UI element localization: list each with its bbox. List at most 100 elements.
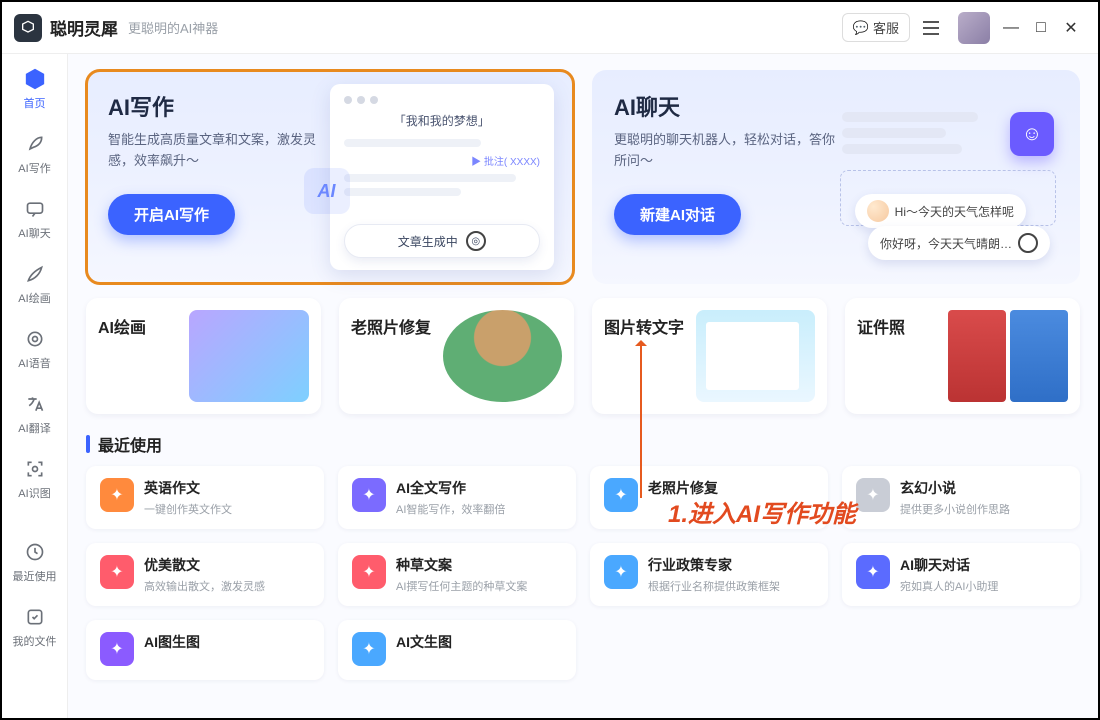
- sidebar-label: AI绘画: [10, 290, 60, 306]
- app-glyph-icon: [1018, 233, 1038, 253]
- tile-photo-restore[interactable]: 老照片修复: [339, 298, 574, 414]
- recent-card[interactable]: ✦ AI聊天对话 宛如真人的AI小助理: [842, 543, 1080, 606]
- recent-heading: 最近使用: [86, 432, 1080, 456]
- card-title: 玄幻小说: [900, 478, 1010, 498]
- sidebar-label: 首页: [10, 95, 60, 111]
- sidebar-item-home[interactable]: 首页: [10, 62, 60, 115]
- annotation-arrow: [640, 342, 642, 498]
- recent-card[interactable]: ✦ AI文生图: [338, 620, 576, 680]
- user-avatar[interactable]: [958, 12, 990, 44]
- photo-thumb: [443, 310, 562, 402]
- new-ai-chat-button[interactable]: 新建AI对话: [614, 194, 741, 235]
- card-icon: ✦: [856, 478, 890, 512]
- app-glyph-icon: ◎: [466, 231, 486, 251]
- card-title: 行业政策专家: [648, 555, 780, 575]
- card-subtitle: 提供更多小说创作思路: [900, 501, 1010, 517]
- recent-card[interactable]: ✦ 种草文案 AI撰写任何主题的种草文案: [338, 543, 576, 606]
- tile-ocr[interactable]: 图片转文字 武昌街的小调 有时候到重庆随意走过总会不自觉地想起武昌街街去走一阵，…: [592, 298, 827, 414]
- card-icon: ✦: [100, 632, 134, 666]
- ai-badge-icon: AI: [304, 168, 350, 214]
- start-ai-write-button[interactable]: 开启AI写作: [108, 194, 235, 235]
- hero-ai-write[interactable]: AI写作 智能生成高质量文章和文案，激发灵感，效率飙升～ 开启AI写作 「我和我…: [86, 70, 574, 284]
- sidebar-label: AI语音: [10, 355, 60, 371]
- tile-title: AI绘画: [98, 314, 146, 338]
- main-content: AI写作 智能生成高质量文章和文案，激发灵感，效率飙升～ 开启AI写作 「我和我…: [68, 54, 1098, 718]
- customer-service-label: 客服: [873, 18, 899, 37]
- recent-card[interactable]: ✦ 英语作文 一键创作英文作文: [86, 466, 324, 529]
- card-title: AI聊天对话: [900, 555, 998, 575]
- card-icon: ✦: [352, 632, 386, 666]
- card-subtitle: 一键创作英文作文: [144, 501, 232, 517]
- menu-button[interactable]: [916, 13, 946, 43]
- chat-icon: [22, 196, 48, 222]
- card-title: 英语作文: [144, 478, 232, 498]
- home-icon: [22, 66, 48, 92]
- generating-status: 文章生成中 ◎: [344, 224, 540, 258]
- art-thumb: [189, 310, 309, 402]
- sidebar-item-scan[interactable]: AI识图: [10, 452, 60, 505]
- sidebar: 首页 AI写作 AI聊天 AI绘画 AI语音 AI翻译 AI识图 最近使用 我的…: [2, 54, 68, 718]
- preview-note: ▶ 批注( XXXX): [344, 153, 540, 168]
- recent-card[interactable]: ✦ AI图生图: [86, 620, 324, 680]
- card-icon: ✦: [604, 555, 638, 589]
- card-title: AI图生图: [144, 632, 200, 652]
- id-thumb: [948, 310, 1068, 402]
- card-title: AI全文写作: [396, 478, 505, 498]
- sidebar-item-recent[interactable]: 最近使用: [10, 535, 60, 588]
- ocr-caption: 武昌街的小调: [710, 326, 797, 341]
- brush-icon: [22, 261, 48, 287]
- card-icon: ✦: [352, 555, 386, 589]
- tile-title: 证件照: [857, 314, 905, 338]
- card-icon: ✦: [352, 478, 386, 512]
- sidebar-item-chat[interactable]: AI聊天: [10, 192, 60, 245]
- sidebar-item-translate[interactable]: AI翻译: [10, 387, 60, 440]
- chat-bubble-text: 你好呀，今天天气晴朗…: [880, 235, 1012, 252]
- feather-icon: [22, 131, 48, 157]
- hero-chat-subtitle: 更聪明的聊天机器人，轻松对话，答你所问～: [614, 130, 845, 172]
- app-logo-icon: [14, 14, 42, 42]
- app-tagline: 更聪明的AI神器: [128, 18, 218, 37]
- minimize-button[interactable]: —: [996, 13, 1026, 43]
- recent-card[interactable]: ✦ AI全文写作 AI智能写作，效率翻倍: [338, 466, 576, 529]
- recent-card[interactable]: ✦ 行业政策专家 根据行业名称提供政策框架: [590, 543, 828, 606]
- ocr-body: 有时候到重庆随意走过总会不自觉地想起武昌街街去走一阵，喜欢发现武昌街大大不同了,…: [710, 344, 797, 393]
- card-subtitle: 宛如真人的AI小助理: [900, 578, 998, 594]
- sidebar-label: AI识图: [10, 485, 60, 501]
- close-button[interactable]: ✕: [1056, 13, 1086, 43]
- sidebar-item-files[interactable]: 我的文件: [10, 600, 60, 653]
- scan-icon: [22, 456, 48, 482]
- tile-ai-draw[interactable]: AI绘画: [86, 298, 321, 414]
- recent-card[interactable]: ✦ 玄幻小说 提供更多小说创作思路: [842, 466, 1080, 529]
- clock-icon: [22, 539, 48, 565]
- maximize-button[interactable]: □: [1026, 13, 1056, 43]
- chat-preview-panel: ☺ Hi～今天的天气怎样呢 你好呀，今天天气晴朗…: [836, 84, 1060, 270]
- sidebar-label: 最近使用: [10, 568, 60, 584]
- recent-heading-text: 最近使用: [98, 432, 162, 456]
- recent-card[interactable]: ✦ 优美散文 高效输出散文，激发灵感: [86, 543, 324, 606]
- app-name: 聪明灵犀: [50, 15, 118, 40]
- card-subtitle: 高效输出散文，激发灵感: [144, 578, 265, 594]
- sidebar-item-audio[interactable]: AI语音: [10, 322, 60, 375]
- sidebar-item-write[interactable]: AI写作: [10, 127, 60, 180]
- write-preview-panel: 「我和我的梦想」 ▶ 批注( XXXX) AI 文章生成中 ◎: [330, 84, 554, 270]
- sidebar-label: AI聊天: [10, 225, 60, 241]
- card-icon: ✦: [100, 478, 134, 512]
- customer-service-button[interactable]: 💬 客服: [842, 13, 910, 42]
- card-icon: ✦: [100, 555, 134, 589]
- audio-icon: [22, 326, 48, 352]
- chat-float-icon: ☺: [1010, 112, 1054, 156]
- avatar-icon: [867, 200, 889, 222]
- card-subtitle: AI撰写任何主题的种草文案: [396, 578, 527, 594]
- hero-ai-chat[interactable]: AI聊天 更聪明的聊天机器人，轻松对话，答你所问～ 新建AI对话 ☺ Hi～今天…: [592, 70, 1080, 284]
- card-title: 种草文案: [396, 555, 527, 575]
- sidebar-item-draw[interactable]: AI绘画: [10, 257, 60, 310]
- chat-bubble-text: Hi～今天的天气怎样呢: [895, 203, 1014, 220]
- card-title: 优美散文: [144, 555, 265, 575]
- preview-quote: 「我和我的梦想」: [344, 112, 540, 129]
- chat-bubble-ai: 你好呀，今天天气晴朗…: [868, 226, 1050, 260]
- tile-id-photo[interactable]: 证件照: [845, 298, 1080, 414]
- card-subtitle: 根据行业名称提供政策框架: [648, 578, 780, 594]
- card-icon: ✦: [604, 478, 638, 512]
- sidebar-label: AI写作: [10, 160, 60, 176]
- sidebar-label: 我的文件: [10, 633, 60, 649]
